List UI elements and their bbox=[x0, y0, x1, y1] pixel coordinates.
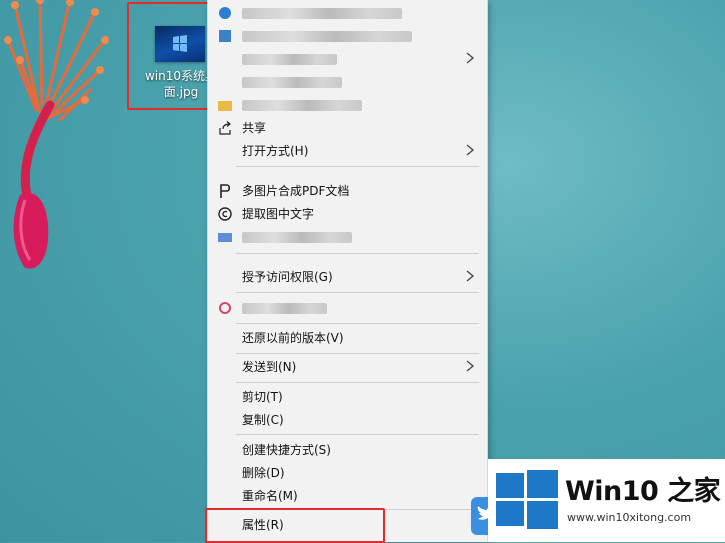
wallpaper-flower bbox=[4, 0, 109, 269]
blurred-label bbox=[242, 100, 362, 111]
blurred-menu-item[interactable] bbox=[208, 94, 487, 116]
pdf-icon bbox=[217, 183, 233, 199]
menu-separator bbox=[236, 434, 479, 435]
menu-item-label: 共享 bbox=[242, 121, 267, 135]
watermark-url: www.win10xitong.com bbox=[567, 511, 692, 524]
blurred-menu-item[interactable] bbox=[208, 2, 487, 24]
folder-icon bbox=[217, 97, 233, 113]
menu-item-label: 创建快捷方式(S) bbox=[242, 443, 331, 457]
menu-item-label: 删除(D) bbox=[242, 466, 285, 480]
menu-item-label: 发送到(N) bbox=[242, 360, 297, 374]
blurred-menu-item[interactable] bbox=[208, 48, 487, 70]
app-icon bbox=[217, 5, 233, 21]
menu-item-send-to[interactable]: 发送到(N) bbox=[208, 356, 487, 378]
windows-logo-pane bbox=[496, 473, 524, 498]
menu-item-cut[interactable]: 剪切(T) bbox=[208, 386, 487, 408]
menu-item-label: 还原以前的版本(V) bbox=[242, 331, 344, 345]
menu-item-open-with[interactable]: 打开方式(H) bbox=[208, 140, 487, 162]
menu-separator bbox=[236, 292, 479, 293]
chevron-right-icon bbox=[465, 268, 475, 284]
menu-item-label: 打开方式(H) bbox=[242, 144, 309, 158]
blurred-label bbox=[242, 232, 352, 243]
properties-highlight-box bbox=[205, 508, 385, 543]
chevron-right-icon bbox=[465, 142, 475, 158]
menu-separator bbox=[236, 382, 479, 383]
blurred-menu-item[interactable] bbox=[208, 226, 487, 248]
blurred-label bbox=[242, 303, 327, 314]
menu-item-copy[interactable]: 复制(C) bbox=[208, 409, 487, 431]
windows-logo-pane bbox=[496, 501, 524, 526]
menu-separator bbox=[236, 323, 479, 324]
app-icon bbox=[217, 300, 233, 316]
windows-logo-pane bbox=[527, 470, 558, 498]
chevron-right-icon bbox=[465, 358, 475, 374]
menu-item-label: 重命名(M) bbox=[242, 489, 298, 503]
windows-logo-pane bbox=[527, 501, 558, 529]
menu-item-merge-pdf[interactable]: 多图片合成PDF文档 bbox=[208, 180, 487, 202]
menu-item-delete[interactable]: 删除(D) bbox=[208, 462, 487, 484]
chevron-right-icon bbox=[465, 50, 475, 66]
blurred-menu-item[interactable] bbox=[208, 297, 487, 319]
menu-item-extract-text[interactable]: 提取图中文字 bbox=[208, 203, 487, 225]
menu-separator bbox=[236, 166, 479, 167]
menu-separator bbox=[236, 253, 479, 254]
menu-item-rename[interactable]: 重命名(M) bbox=[208, 485, 487, 507]
blurred-label bbox=[242, 54, 337, 65]
menu-item-label: 剪切(T) bbox=[242, 390, 283, 404]
menu-item-grant-access[interactable]: 授予访问权限(G) bbox=[208, 266, 487, 288]
menu-item-label: 复制(C) bbox=[242, 413, 284, 427]
blurred-label bbox=[242, 77, 342, 88]
blurred-label bbox=[242, 31, 412, 42]
ocr-icon bbox=[217, 206, 233, 222]
blurred-menu-item[interactable] bbox=[208, 71, 487, 93]
watermark-logo: Win10 之家 www.win10xitong.com bbox=[488, 459, 725, 542]
menu-item-restore-versions[interactable]: 还原以前的版本(V) bbox=[208, 327, 487, 349]
watermark-title: Win10 之家 bbox=[565, 476, 721, 507]
menu-item-label: 多图片合成PDF文档 bbox=[242, 184, 350, 198]
blurred-label bbox=[242, 8, 402, 19]
menu-item-share[interactable]: 共享 bbox=[208, 117, 487, 139]
blurred-menu-item[interactable] bbox=[208, 25, 487, 47]
menu-item-create-shortcut[interactable]: 创建快捷方式(S) bbox=[208, 439, 487, 461]
app-icon bbox=[217, 229, 233, 245]
app-icon bbox=[217, 28, 233, 44]
menu-item-label: 授予访问权限(G) bbox=[242, 270, 333, 284]
share-icon bbox=[217, 120, 233, 136]
context-menu: 共享 打开方式(H) 多图片合成PDF文档 提取图中文字 授予访问权限(G) 还… bbox=[207, 0, 488, 542]
menu-item-label: 提取图中文字 bbox=[242, 207, 315, 221]
menu-separator bbox=[236, 353, 479, 354]
